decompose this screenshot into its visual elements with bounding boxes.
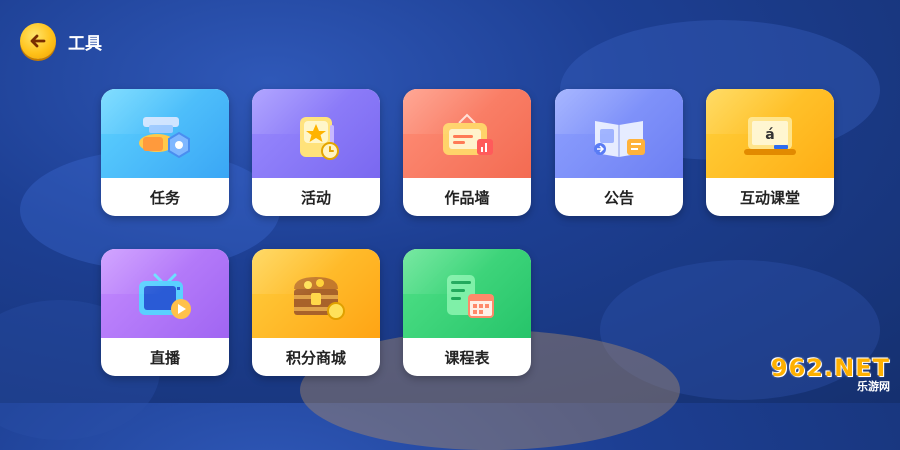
tile-banner: [403, 249, 531, 338]
svg-text:á: á: [765, 127, 774, 143]
header: 工具: [20, 23, 102, 59]
watermark-logo: 962.NET: [770, 354, 890, 382]
tool-tile-activity[interactable]: 活动: [252, 89, 380, 216]
tool-label: 直播: [149, 348, 180, 367]
tool-label: 互动课堂: [739, 188, 800, 207]
tile-banner: [555, 89, 683, 178]
watermark: 962.NET 乐游网: [760, 353, 890, 397]
treasure-chest-icon: [294, 277, 345, 320]
tool-label: 活动: [300, 188, 331, 207]
live-tv-icon: [139, 273, 191, 319]
activity-icon: [300, 117, 339, 160]
tool-label: 任务: [149, 188, 180, 207]
page-title: 工具: [68, 33, 102, 54]
tile-banner: [252, 89, 380, 178]
tile-banner: [403, 89, 531, 178]
task-icon: [139, 117, 190, 159]
tool-label: 积分商城: [285, 348, 346, 367]
tile-banner: [101, 89, 229, 178]
back-button[interactable]: [20, 23, 56, 59]
tool-tile-works-wall[interactable]: 作品墙: [403, 89, 531, 216]
works-wall-icon: [443, 113, 493, 155]
tile-banner: [252, 249, 380, 338]
watermark-subtitle: 乐游网: [857, 380, 890, 393]
tool-tile-live[interactable]: 直播: [101, 249, 229, 376]
tool-label: 作品墙: [444, 188, 490, 207]
tool-tile-interactive-class[interactable]: á 互动课堂: [706, 89, 834, 216]
arrow-left-icon: [30, 34, 46, 48]
tile-banner: [101, 249, 229, 338]
announcement-icon: [594, 121, 645, 157]
schedule-icon: [447, 275, 494, 318]
interactive-class-icon: á: [744, 117, 796, 155]
tool-tile-announcement[interactable]: 公告: [555, 89, 683, 216]
tool-tile-points-mall[interactable]: 积分商城: [252, 249, 380, 376]
tool-label: 公告: [603, 188, 634, 207]
tools-grid: 任务 活动 作品墙 公告 á 互动课堂 直播 积分商城 课程表: [101, 89, 837, 379]
tile-banner: á: [706, 89, 834, 178]
tool-tile-task[interactable]: 任务: [101, 89, 229, 216]
tool-tile-schedule[interactable]: 课程表: [403, 249, 531, 376]
tool-label: 课程表: [444, 348, 490, 367]
